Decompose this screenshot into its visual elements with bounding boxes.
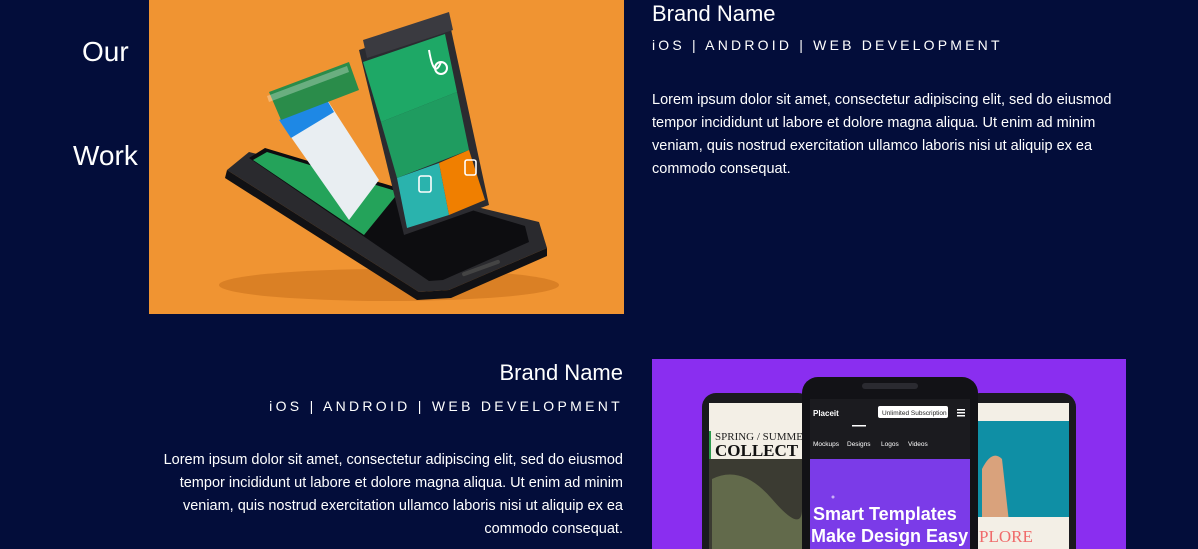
- section-heading-our: Our: [82, 36, 129, 67]
- right-screen-text: PLORE: [979, 527, 1033, 546]
- nav-mockups: Mockups: [813, 441, 840, 448]
- section-heading-work: Work: [73, 140, 138, 171]
- headline-line-1: Smart Templates: [813, 504, 957, 524]
- project-2-image[interactable]: SPRING / SUMMER COLLECT PLORE Placeit Un…: [652, 359, 1126, 549]
- project-2-tags: iOS | ANDROID | WEB DEVELOPMENT: [269, 398, 623, 414]
- headline-line-2: Make Design Easy: [811, 526, 968, 546]
- portfolio-section: Our Work Brand Name iOS | ANDROID | WEB …: [0, 0, 1198, 549]
- project-2-description: Lorem ipsum dolor sit amet, consectetur …: [163, 452, 623, 537]
- phones-mockup-illustration: SPRING / SUMMER COLLECT PLORE Placeit Un…: [652, 359, 1126, 549]
- project-1-tags: iOS | ANDROID | WEB DEVELOPMENT: [652, 37, 1003, 53]
- subscription-badge: Unlimited Subscription: [882, 410, 947, 417]
- project-2-details: Brand Name iOS | ANDROID | WEB DEVELOPME…: [151, 359, 623, 541]
- phone-mockup-illustration: [149, 0, 624, 314]
- hamburger-menu-icon: [957, 409, 965, 417]
- project-1-details: Brand Name iOS | ANDROID | WEB DEVELOPME…: [652, 0, 1124, 181]
- nav-designs: Designs: [847, 441, 871, 448]
- center-brand-text: Placeit: [813, 409, 839, 418]
- project-1-description: Lorem ipsum dolor sit amet, consectetur …: [652, 92, 1112, 177]
- left-screen-text-2: COLLECT: [715, 441, 799, 460]
- project-1-image[interactable]: [149, 0, 624, 314]
- nav-videos: Videos: [908, 441, 929, 448]
- project-2-title[interactable]: Brand Name: [151, 362, 623, 384]
- project-1-title[interactable]: Brand Name: [652, 3, 1124, 25]
- nav-logos: Logos: [881, 441, 899, 448]
